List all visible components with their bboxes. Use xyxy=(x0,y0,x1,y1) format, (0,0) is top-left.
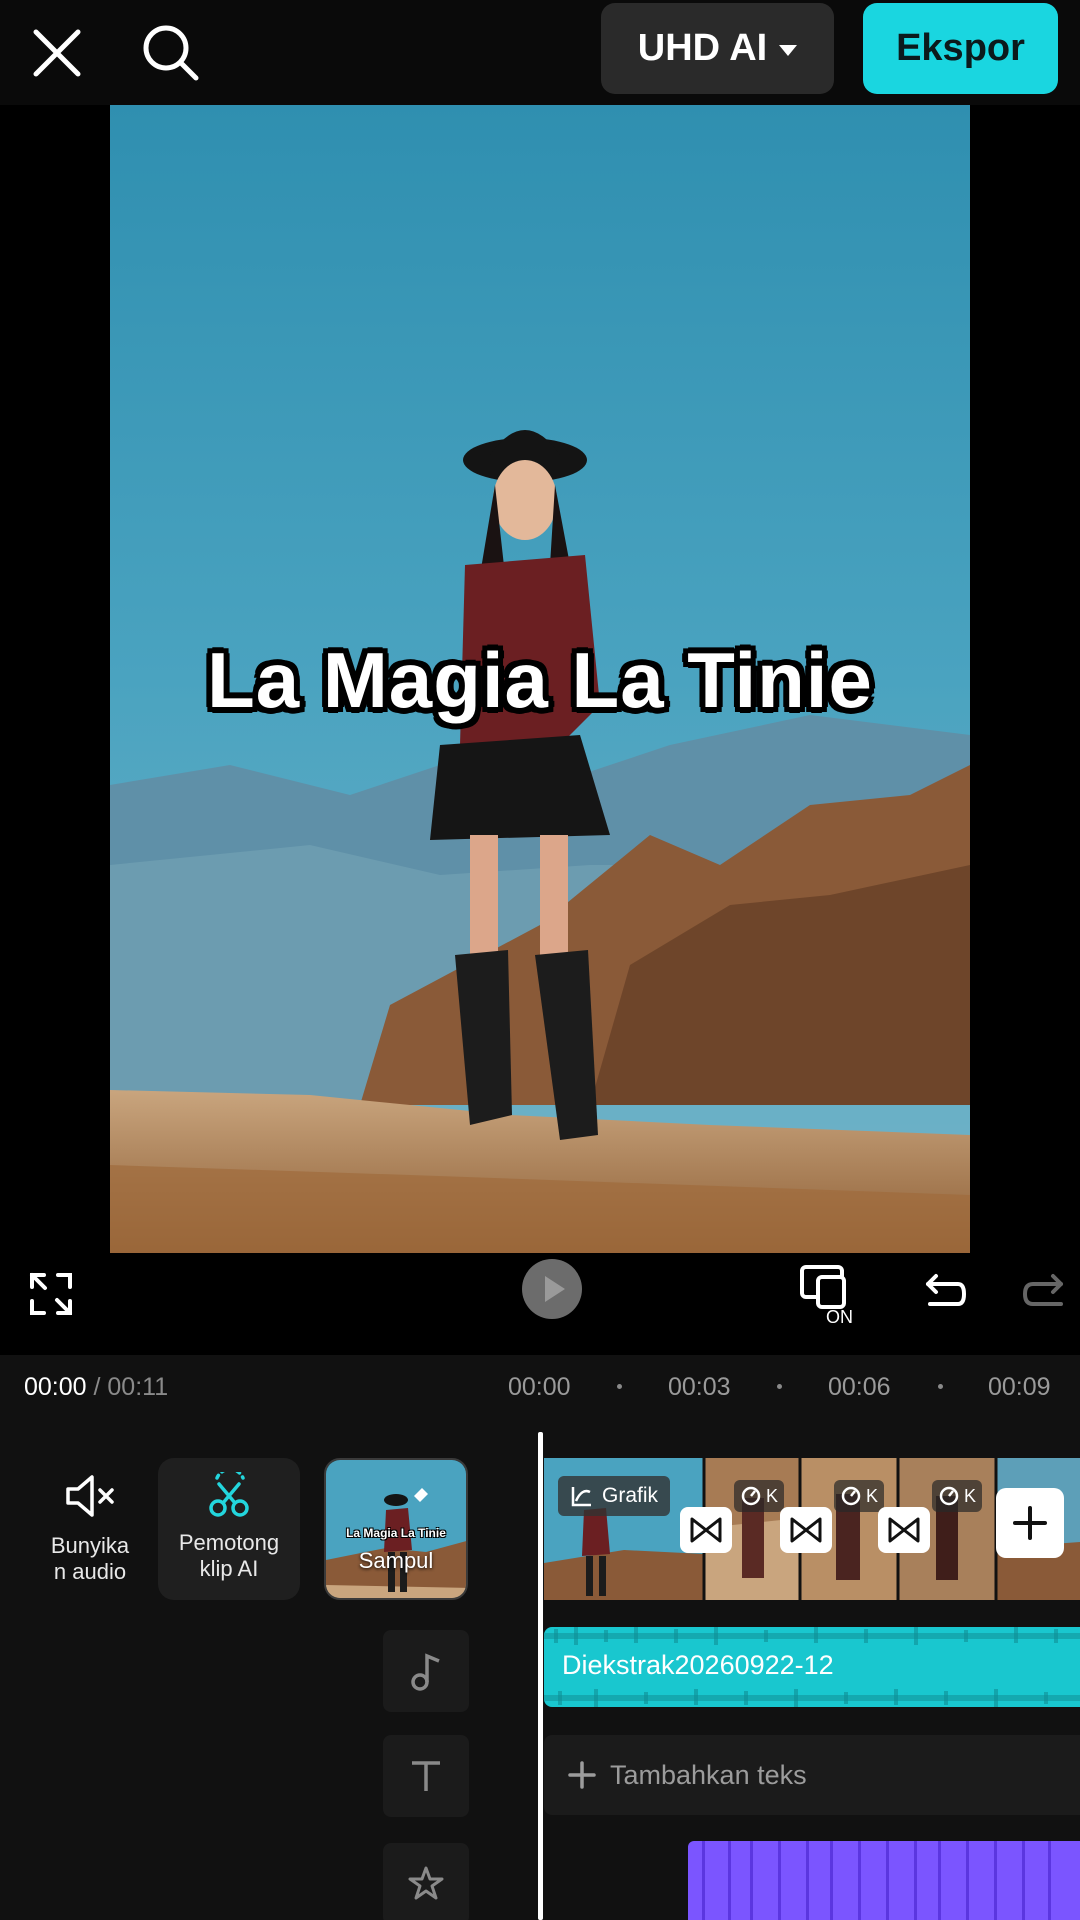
cover-label: Sampul xyxy=(358,1548,434,1573)
text-icon xyxy=(412,1761,440,1791)
speed-gauge-icon xyxy=(741,1486,761,1506)
quality-label: UHD AI xyxy=(637,27,768,69)
redo-icon[interactable] xyxy=(1018,1265,1074,1321)
transition-icon xyxy=(690,1517,722,1543)
transition-icon xyxy=(888,1517,920,1543)
effects-star-icon xyxy=(408,1866,444,1900)
add-text-track[interactable]: Tambahkan teks xyxy=(544,1735,1080,1815)
effect-clip[interactable] xyxy=(688,1841,1080,1920)
player-controls: ON xyxy=(0,1255,1080,1355)
music-track-button[interactable] xyxy=(383,1630,469,1712)
play-button[interactable] xyxy=(522,1259,582,1319)
cover-button[interactable]: La Magia La Tinie Sampul xyxy=(324,1458,468,1600)
speed-tag[interactable]: K xyxy=(734,1480,785,1512)
fullscreen-icon[interactable] xyxy=(22,1265,80,1323)
top-bar: UHD AI Ekspor xyxy=(0,0,1080,105)
ruler-dot xyxy=(617,1384,622,1389)
ruler-dot xyxy=(777,1384,782,1389)
ruler-tick: 00:03 xyxy=(668,1373,731,1401)
time-separator: / xyxy=(86,1373,108,1401)
quality-dropdown[interactable]: UHD AI xyxy=(601,3,834,94)
export-button[interactable]: Ekspor xyxy=(863,3,1058,94)
ai-clip-cutter-button[interactable]: Pemotong klip AI xyxy=(158,1458,300,1600)
ruler-tick: 00:00 xyxy=(508,1373,571,1401)
on-label: ON xyxy=(826,1307,853,1327)
music-note-icon xyxy=(411,1653,440,1691)
current-time: 00:00 xyxy=(24,1373,87,1401)
ai-clip-cutter-label: Pemotong klip AI xyxy=(178,1530,280,1581)
speed-tag[interactable]: K xyxy=(834,1480,885,1512)
speed-tag[interactable]: K xyxy=(932,1480,983,1512)
add-text-label: Tambahkan teks xyxy=(610,1759,807,1790)
plus-icon xyxy=(568,1761,596,1789)
transition-button[interactable] xyxy=(780,1507,832,1553)
transition-button[interactable] xyxy=(680,1507,732,1553)
mute-audio-label: Bunyika n audio xyxy=(50,1533,130,1584)
video-preview[interactable]: La Magia La Tinie xyxy=(0,105,1080,1255)
transition-icon xyxy=(790,1517,822,1543)
timeline-editor: 00:00 / 00:11 00:00 00:03 00:06 00:09 Bu… xyxy=(0,1355,1080,1920)
play-icon xyxy=(544,1276,565,1302)
effects-track-button[interactable] xyxy=(383,1843,469,1920)
speed-tag-label: K xyxy=(866,1485,879,1506)
graph-tag[interactable]: Grafik xyxy=(558,1476,671,1516)
speaker-mute-icon xyxy=(66,1475,114,1517)
add-clip-button[interactable] xyxy=(996,1488,1064,1558)
speed-gauge-icon xyxy=(939,1486,959,1506)
effect-clip-segments xyxy=(702,1841,1051,1920)
search-icon[interactable] xyxy=(136,18,206,88)
graph-tag-label: Grafik xyxy=(602,1484,659,1507)
ruler-tick: 00:06 xyxy=(828,1373,891,1401)
transition-button[interactable] xyxy=(878,1507,930,1553)
ai-scissors-icon xyxy=(209,1472,249,1517)
plus-icon xyxy=(1013,1506,1047,1540)
undo-icon[interactable] xyxy=(915,1265,971,1321)
ruler-dot xyxy=(938,1384,943,1389)
speed-gauge-icon xyxy=(841,1486,861,1506)
total-duration: 00:11 xyxy=(107,1373,169,1401)
speed-tag-label: K xyxy=(766,1485,779,1506)
timecode: 00:00 / 00:11 xyxy=(24,1373,168,1402)
text-track-button[interactable] xyxy=(383,1735,469,1817)
video-frame: La Magia La Tinie xyxy=(110,105,970,1253)
playhead[interactable] xyxy=(538,1432,543,1920)
ruler-tick: 00:09 xyxy=(988,1373,1051,1401)
audio-clip[interactable]: Diekstrak20260922-12 xyxy=(544,1627,1080,1707)
preview-quality-on-button[interactable]: ON xyxy=(796,1261,862,1327)
caret-down-icon xyxy=(779,45,798,56)
cover-title: La Magia La Tinie xyxy=(346,1526,446,1540)
graph-icon xyxy=(571,1487,591,1507)
speed-tag-label: K xyxy=(964,1485,977,1506)
video-caption[interactable]: La Magia La Tinie xyxy=(110,635,970,726)
audio-clip-name: Diekstrak20260922-12 xyxy=(562,1650,834,1680)
close-icon[interactable] xyxy=(24,20,90,86)
mute-audio-button[interactable]: Bunyika n audio xyxy=(30,1473,150,1585)
